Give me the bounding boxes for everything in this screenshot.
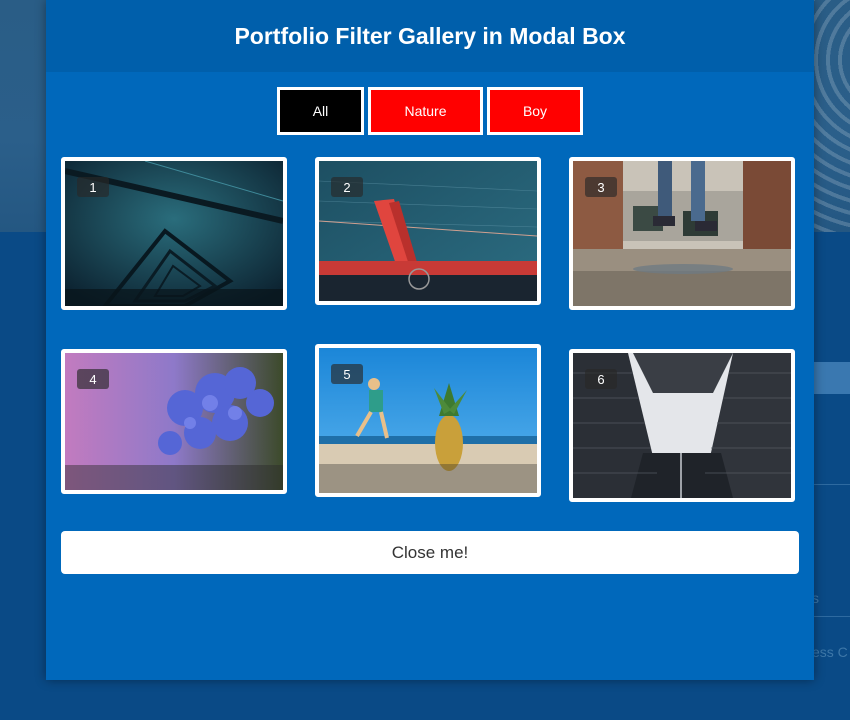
- filter-boy-button[interactable]: Boy: [487, 87, 583, 135]
- background-divider: [810, 616, 850, 617]
- gallery-item-2[interactable]: 2: [315, 157, 541, 305]
- gallery-item-3[interactable]: 3: [569, 157, 795, 310]
- gallery-item-1[interactable]: 1: [61, 157, 287, 310]
- background-divider: [810, 484, 850, 485]
- background-text: ess C: [812, 644, 848, 660]
- item-number-badge: 2: [331, 177, 363, 197]
- gallery-item-4[interactable]: 4: [61, 349, 287, 494]
- item-number-badge: 3: [585, 177, 617, 197]
- background-text: s: [812, 590, 819, 606]
- modal-title: Portfolio Filter Gallery in Modal Box: [234, 22, 626, 49]
- item-number-badge: 6: [585, 369, 617, 389]
- background-bar: [810, 362, 850, 394]
- item-number-badge: 4: [77, 369, 109, 389]
- filter-bar: All Nature Boy: [46, 87, 814, 135]
- modal-header: Portfolio Filter Gallery in Modal Box: [46, 0, 814, 72]
- filter-all-button[interactable]: All: [277, 87, 364, 135]
- modal-box: Portfolio Filter Gallery in Modal Box Al…: [46, 0, 814, 680]
- gallery-item-5[interactable]: 5: [315, 344, 541, 497]
- close-button[interactable]: Close me!: [61, 531, 799, 574]
- item-number-badge: 1: [77, 177, 109, 197]
- gallery-item-6[interactable]: 6: [569, 349, 795, 502]
- filter-nature-button[interactable]: Nature: [368, 87, 483, 135]
- item-number-badge: 5: [331, 364, 363, 384]
